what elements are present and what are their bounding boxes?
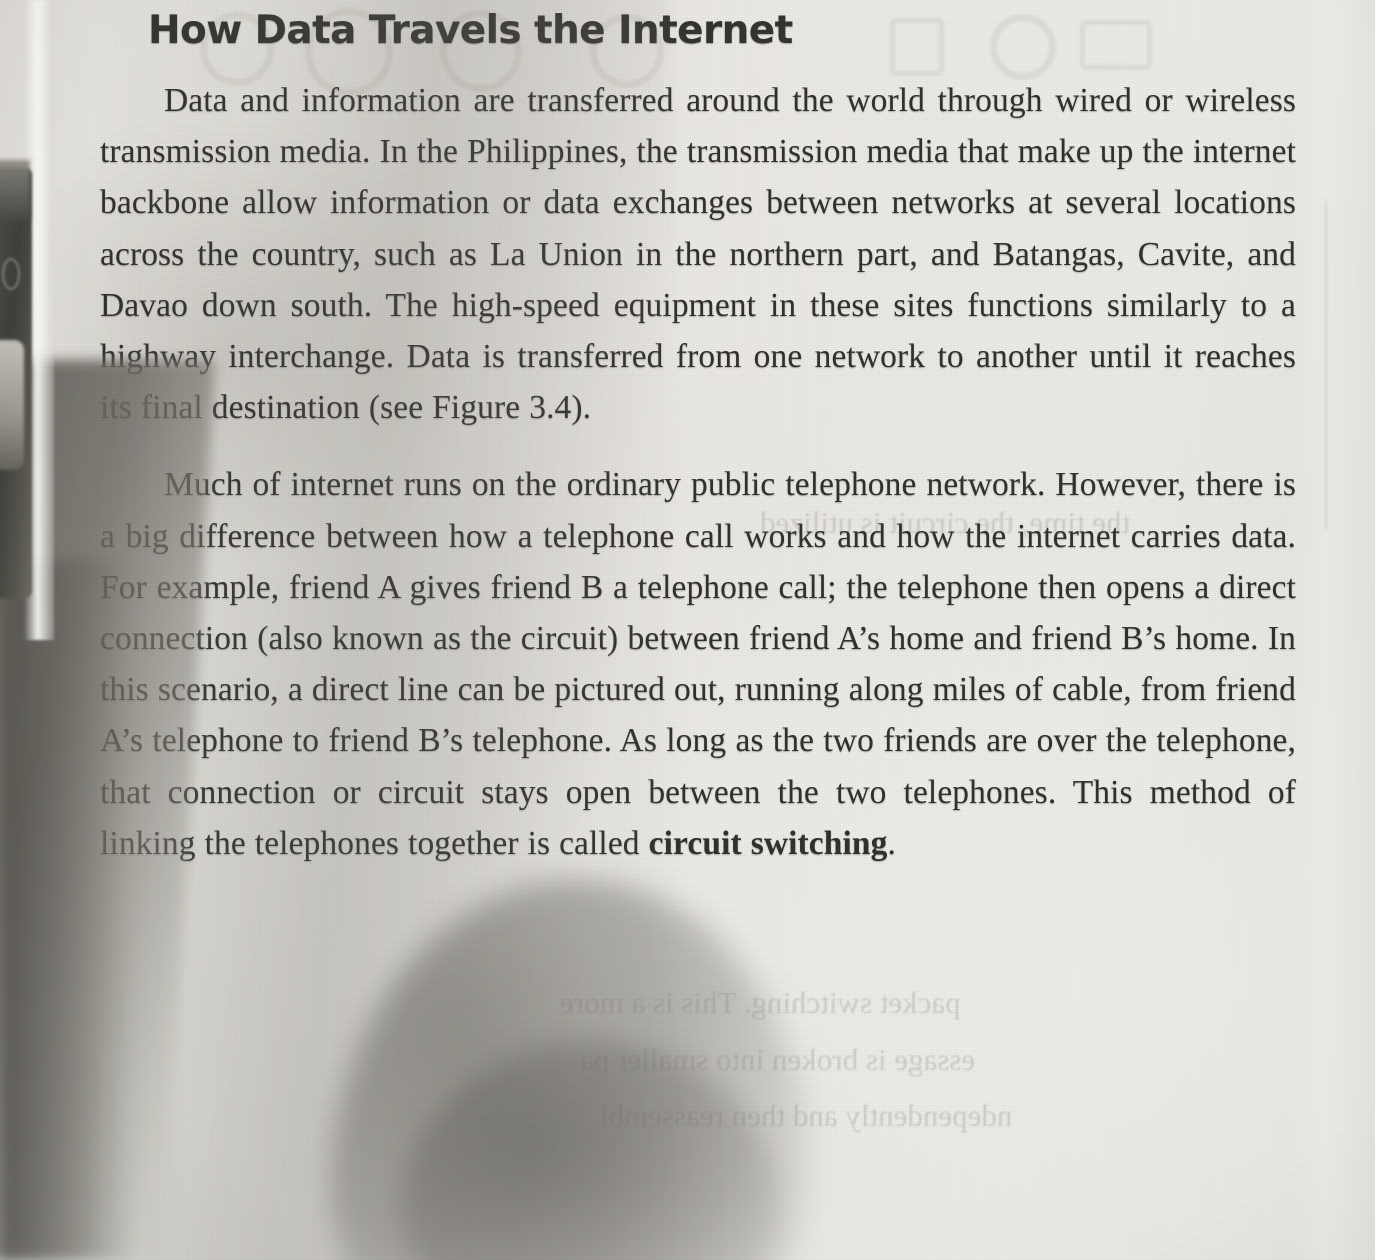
left-gutter-shadow-core <box>0 560 130 1260</box>
emphasized-term: circuit switching <box>648 824 888 862</box>
left-device-top-section <box>0 160 30 220</box>
textbook-page-photo: the time, the circuit is utilized packet… <box>0 0 1375 1260</box>
paragraph-2-tail: . <box>887 824 896 862</box>
right-edge-crease <box>1325 200 1327 530</box>
left-device-lower-highlight <box>0 340 24 470</box>
left-device-highlight <box>2 258 20 290</box>
